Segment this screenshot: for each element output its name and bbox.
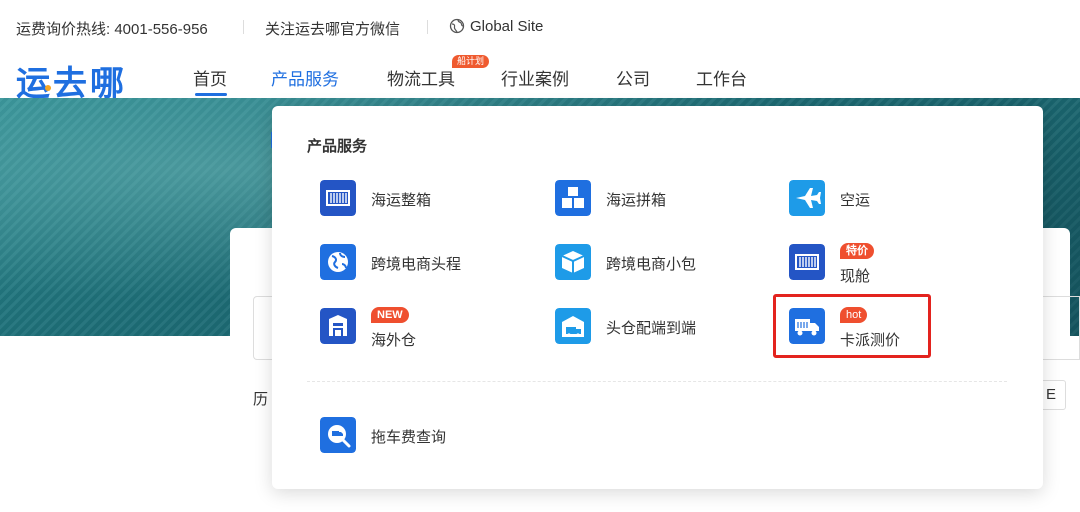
search-truck-icon — [320, 417, 356, 453]
menu-item-label: 拖车费查询 — [371, 429, 447, 446]
menu-item-label: 跨境电商小包 — [606, 256, 697, 273]
nav-company[interactable]: 公司 — [616, 65, 650, 90]
nav-logistics-tools[interactable]: 物流工具 — [387, 65, 455, 90]
container-icon — [320, 180, 356, 216]
nav-active-indicator — [195, 93, 227, 96]
menu-item-label: 现舱 — [840, 268, 871, 285]
container-icon — [789, 244, 825, 280]
global-site-link[interactable]: Global Site — [449, 18, 543, 35]
menu-item-ecommerce-first-leg[interactable]: 跨境电商头程 — [320, 244, 540, 288]
destination-input[interactable] — [1040, 296, 1080, 360]
menu-item-spot-space[interactable]: 特价 现舱 — [789, 243, 1009, 288]
menu-item-label: 海运整箱 — [371, 192, 432, 209]
menu-item-fcl[interactable]: 海运整箱 — [320, 180, 540, 224]
menu-item-label: 跨境电商头程 — [371, 256, 462, 273]
menu-item-end-to-end[interactable]: 头仓配端到端 — [555, 308, 775, 352]
hotline-text: 运费询价热线: 4001-556-956 — [16, 21, 208, 38]
top-bar: 运费询价热线: 4001-556-956 关注运去哪官方微信 Global Si… — [0, 0, 1080, 54]
dropdown-title: 产品服务 — [307, 138, 368, 155]
menu-item-label: 海运拼箱 — [606, 192, 667, 209]
parcel-icon — [555, 244, 591, 280]
wechat-link[interactable]: 关注运去哪官方微信 — [265, 18, 400, 39]
menu-item-drayage-lookup[interactable]: 拖车费查询 — [320, 417, 540, 461]
menu-item-lcl[interactable]: 海运拼箱 — [555, 180, 775, 224]
menu-item-label: 海外仓 — [371, 332, 417, 349]
menu-item-label: 空运 — [840, 192, 871, 209]
logo-dot — [45, 85, 51, 91]
nav-workbench[interactable]: 工作台 — [696, 65, 747, 90]
nav-home[interactable]: 首页 — [193, 65, 227, 90]
history-label: 历 — [253, 391, 269, 408]
menu-item-ecommerce-parcel[interactable]: 跨境电商小包 — [555, 244, 775, 288]
warehouse-icon — [320, 308, 356, 344]
menu-item-overseas-warehouse[interactable]: NEW 海外仓 — [320, 307, 540, 352]
global-site-label: Global Site — [470, 18, 544, 35]
menu-item-label: 头仓配端到端 — [606, 320, 697, 337]
special-price-badge: 特价 — [840, 243, 874, 259]
airplane-icon — [789, 180, 825, 216]
nav-products[interactable]: 产品服务 — [271, 65, 339, 90]
annotation-highlight — [773, 294, 931, 358]
globe-icon — [320, 244, 356, 280]
divider — [243, 20, 244, 34]
new-badge: NEW — [371, 307, 409, 323]
warehouse-truck-icon — [555, 308, 591, 344]
menu-divider — [307, 381, 1007, 382]
menu-item-air[interactable]: 空运 — [789, 180, 1009, 224]
divider — [427, 20, 428, 34]
nav-tools-badge: 船计划 — [452, 55, 490, 68]
nav-cases[interactable]: 行业案例 — [501, 65, 569, 90]
boxes-icon — [555, 180, 591, 216]
globe-icon — [449, 18, 465, 34]
